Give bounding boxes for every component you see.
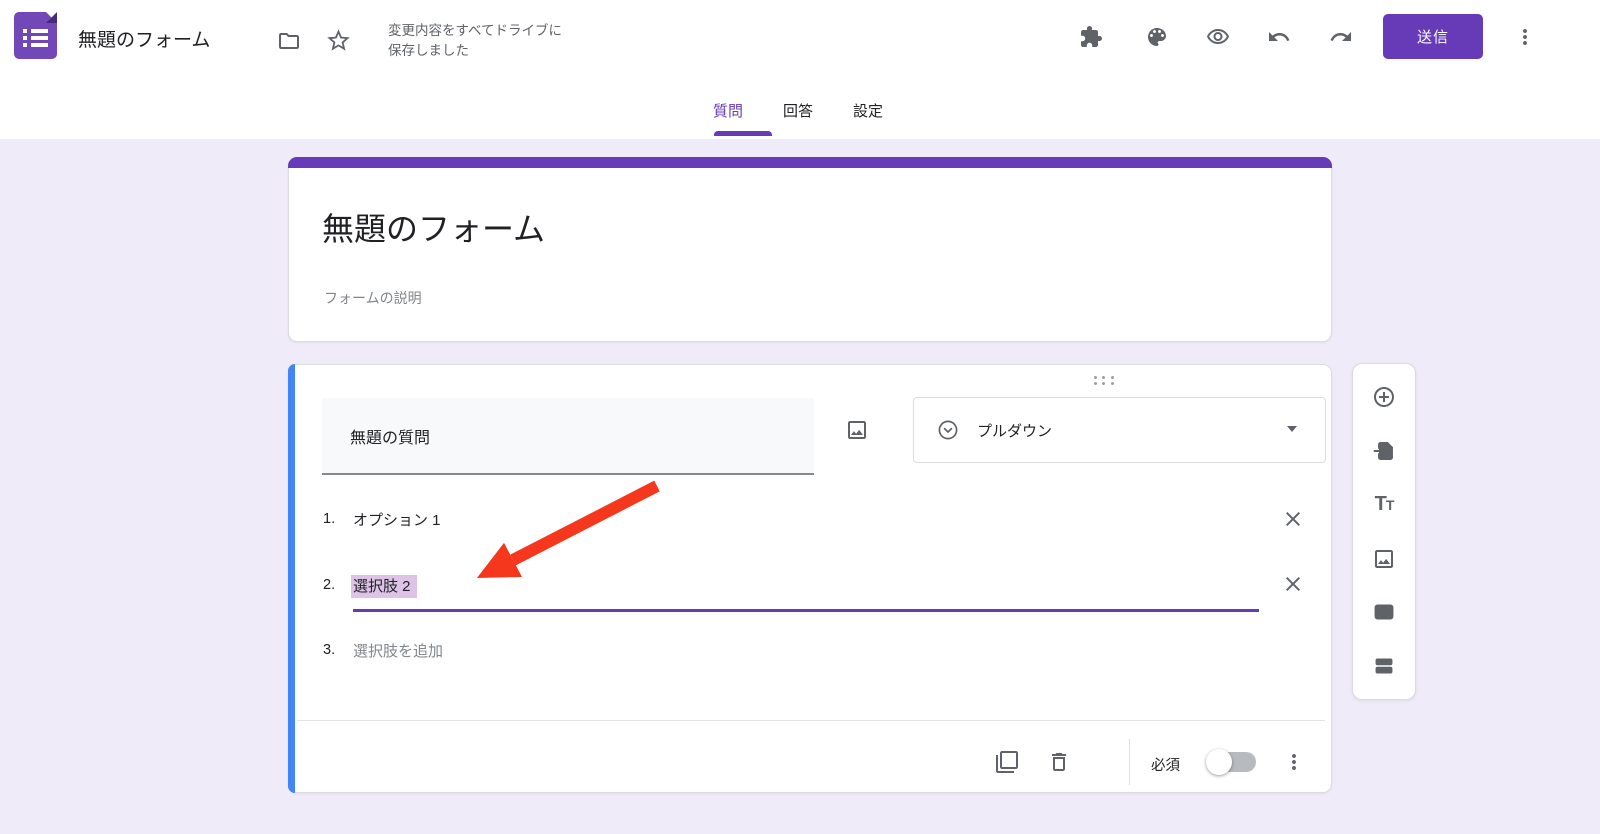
question-card: 無題の質問 プルダウン 1. オプション 1 2. 選択肢 2 3. 選択肢を追… (288, 364, 1332, 793)
save-status-text: 変更内容をすべてドライブに保存しました (388, 23, 563, 58)
option-number: 3. (323, 642, 336, 658)
tab-responses[interactable]: 回答 (783, 100, 813, 121)
caret-down-icon (1287, 426, 1297, 432)
send-button[interactable]: 送信 (1383, 14, 1483, 59)
add-title-text-icon[interactable]: TT (1375, 492, 1395, 517)
required-toggle[interactable] (1206, 749, 1256, 775)
tab-questions[interactable]: 質問 (713, 100, 743, 121)
option-number: 2. (323, 577, 336, 593)
footer-divider (297, 720, 1325, 721)
add-image-icon[interactable] (1372, 547, 1396, 571)
remove-option-icon[interactable] (1281, 507, 1305, 531)
google-forms-editor: 無題のフォーム 変更内容をすべてドライブに保存しました 送信 質問 回答 設定 … (0, 0, 1600, 834)
question-type-label: プルダウン (977, 422, 1053, 440)
dropdown-circle-icon (938, 420, 958, 440)
app-header: 無題のフォーム 変更内容をすべてドライブに保存しました 送信 質問 回答 設定 (0, 0, 1600, 139)
undo-icon[interactable] (1267, 25, 1291, 49)
folder-icon[interactable] (277, 29, 301, 53)
question-title-input[interactable]: 無題の質問 (322, 398, 814, 475)
required-label: 必須 (1151, 758, 1180, 774)
palette-theme-icon[interactable] (1145, 25, 1169, 49)
active-question-indicator (288, 364, 295, 793)
tab-settings[interactable]: 設定 (853, 100, 883, 121)
toggle-thumb (1206, 749, 1232, 775)
kebab-menu-icon[interactable] (1282, 750, 1306, 774)
question-type-dropdown[interactable]: プルダウン (913, 397, 1326, 463)
add-video-icon[interactable] (1372, 600, 1396, 624)
add-option-input[interactable]: 選択肢を追加 (353, 640, 443, 661)
active-tab-indicator (714, 131, 772, 136)
add-image-icon[interactable] (845, 418, 869, 442)
redo-icon[interactable] (1329, 25, 1353, 49)
form-header-card: 無題のフォーム フォームの説明 (288, 157, 1332, 342)
form-title-field[interactable]: 無題のフォーム (78, 28, 210, 54)
import-questions-icon[interactable] (1372, 439, 1396, 463)
insert-toolbar: TT (1352, 363, 1416, 700)
selected-text: 選択肢 2 (351, 575, 417, 598)
trash-icon[interactable] (1047, 750, 1071, 774)
option-input-selected[interactable]: 選択肢 2 (351, 575, 417, 598)
star-icon[interactable] (325, 27, 352, 54)
puzzle-addons-icon[interactable] (1079, 25, 1103, 49)
option-input[interactable]: オプション 1 (353, 509, 441, 530)
form-title-input[interactable]: 無題のフォーム (322, 204, 545, 250)
add-question-icon[interactable] (1372, 385, 1396, 409)
eye-preview-icon[interactable] (1206, 25, 1230, 49)
drag-handle[interactable] (1091, 374, 1117, 387)
remove-option-icon[interactable] (1281, 572, 1305, 596)
add-section-icon[interactable] (1372, 654, 1396, 678)
footer-separator (1129, 739, 1130, 785)
form-description-input[interactable]: フォームの説明 (324, 288, 422, 308)
forms-logo-icon[interactable] (14, 12, 57, 59)
option-number: 1. (323, 511, 336, 527)
duplicate-icon[interactable] (995, 750, 1019, 774)
kebab-menu-icon[interactable] (1513, 25, 1537, 49)
focused-option-underline (353, 609, 1259, 612)
theme-color-strip (288, 157, 1332, 168)
